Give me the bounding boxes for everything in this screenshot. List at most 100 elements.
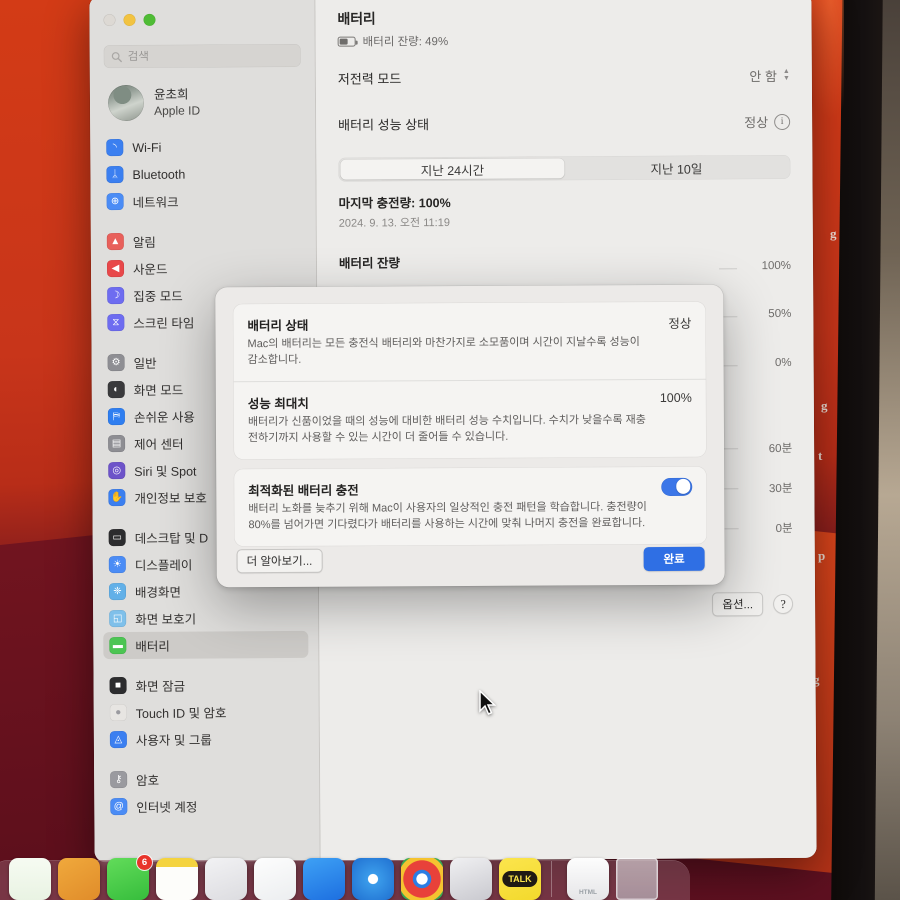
siri-icon: ◎ xyxy=(108,462,126,480)
dock-item-safari[interactable] xyxy=(352,858,394,900)
sidebar-item-label: 제어 센터 xyxy=(134,437,184,452)
account-subtitle: Apple ID xyxy=(154,103,201,118)
sidebar-group: ⚷ 암호 @ 인터넷 계정 xyxy=(94,765,319,820)
dock-item-file[interactable]: HTML xyxy=(567,858,609,900)
account-name: 윤초희 xyxy=(153,87,189,102)
users-groups-icon: ◬ xyxy=(109,730,127,749)
sidebar-item-touch-id-및-암호[interactable]: ● Touch ID 및 암호 xyxy=(104,698,309,726)
minimize-button[interactable] xyxy=(123,13,136,27)
close-button[interactable] xyxy=(103,14,116,27)
info-icon[interactable]: i xyxy=(774,113,791,130)
learn-more-button[interactable]: 더 알아보기... xyxy=(236,548,323,574)
dock-item-photos[interactable] xyxy=(254,858,296,900)
sidebar-item-네트워크[interactable]: ⊕ 네트워크 xyxy=(101,187,306,215)
dialog-footer: 더 알아보기... 완료 xyxy=(217,533,725,588)
notification-badge: 6 xyxy=(137,855,152,870)
time-range-segmented-control[interactable]: 지난 24시간 지난 10일 xyxy=(338,154,791,182)
touch-id-icon: ● xyxy=(109,703,127,722)
battery-icon xyxy=(337,36,356,47)
dialog-info-card: 배터리 상태 정상 Mac의 배터리는 모든 충전식 배터리와 마찬가지로 소모… xyxy=(233,301,707,459)
wallpaper-glyph: t xyxy=(818,448,823,463)
battery-level-label: 배터리 잔량: 49% xyxy=(362,36,449,49)
battery-condition-section: 배터리 상태 정상 Mac의 배터리는 모든 충전식 배터리와 마찬가지로 소모… xyxy=(233,302,705,381)
dock-item-notes-pencil[interactable] xyxy=(58,858,100,900)
privacy-icon: ✋ xyxy=(108,489,126,507)
dock-item-settings[interactable] xyxy=(450,858,492,900)
help-button[interactable]: ? xyxy=(773,593,794,615)
dock-item-list: 6 TALK HTML xyxy=(0,855,658,900)
dock-item-chrome[interactable] xyxy=(401,858,443,900)
sidebar-item-bluetooth[interactable]: ᛦ Bluetooth xyxy=(100,160,305,188)
sidebar-group: ■ 화면 잠금 ● Touch ID 및 암호 ◬ 사용자 및 그룹 xyxy=(93,671,318,753)
axis-label-usage-0: 0분 xyxy=(775,522,793,536)
sidebar-item-label: 배경화면 xyxy=(134,585,182,600)
axis-label-usage-60: 60분 xyxy=(768,442,793,456)
mouse-cursor xyxy=(479,690,496,715)
maximize-button[interactable] xyxy=(143,13,156,26)
battery-health-row[interactable]: 배터리 성능 상태 정상 i xyxy=(338,99,791,148)
optimized-charging-toggle[interactable] xyxy=(661,477,693,496)
focus-icon: ☽ xyxy=(107,287,125,305)
wallpaper-glyph: g xyxy=(821,398,828,413)
dock-item-kakaotalk-label: TALK xyxy=(502,871,538,887)
battery-health-value-group[interactable]: 정상 i xyxy=(744,112,791,131)
optimized-charging-desc: 배터리 노화를 늦추기 위해 Mac이 사용자의 일상적인 충전 패턴을 학습합… xyxy=(248,500,647,531)
sidebar-item-label: Siri 및 Spot xyxy=(134,464,197,479)
axis-label-usage-30: 30분 xyxy=(768,482,793,496)
battery-icon: ▬ xyxy=(109,636,127,655)
sidebar-item-label: 알림 xyxy=(132,235,156,250)
passwords-icon: ⚷ xyxy=(110,770,128,789)
chevron-updown-icon[interactable]: ▲ ▼ xyxy=(783,68,790,82)
screen-time-icon: ⧖ xyxy=(107,314,125,332)
network-icon: ⊕ xyxy=(106,193,124,211)
sidebar-item-화면-보호기[interactable]: ◱ 화면 보호기 xyxy=(103,604,308,632)
wallpaper-glyph: p xyxy=(818,548,826,563)
low-power-mode-value-group[interactable]: 안 함 ▲ ▼ xyxy=(749,66,790,85)
avatar xyxy=(107,84,145,122)
search-input[interactable] xyxy=(127,49,294,63)
displays-icon: ☀ xyxy=(108,556,126,574)
sidebar-item-사운드[interactable]: ◀ 사운드 xyxy=(101,254,306,282)
done-button[interactable]: 완료 xyxy=(643,546,705,572)
optimized-charging-title: 최적화된 배터리 충전 xyxy=(248,483,359,498)
last-charge-timestamp: 2024. 9. 13. 오전 11:19 xyxy=(338,217,450,230)
battery-condition-desc: Mac의 배터리는 모든 충전식 배터리와 마찬가지로 소모품이며 시간이 지날… xyxy=(247,336,640,367)
axis-label-battery-50: 50% xyxy=(768,307,792,321)
low-power-mode-value: 안 함 xyxy=(749,69,777,85)
axis-label-battery-0: 0% xyxy=(774,356,792,370)
low-power-mode-row[interactable]: 저전력 모드 안 함 ▲ ▼ xyxy=(338,53,790,102)
battery-condition-value: 정상 xyxy=(668,316,692,331)
sidebar-item-암호[interactable]: ⚷ 암호 xyxy=(104,765,309,793)
search-icon xyxy=(111,51,122,62)
sidebar-item-wi-fi[interactable]: ◝ Wi-Fi xyxy=(100,133,305,161)
dock-item-numbers[interactable] xyxy=(9,858,51,900)
sidebar-item-label: Bluetooth xyxy=(132,167,186,182)
dock-item-kakaotalk[interactable]: TALK xyxy=(499,858,541,900)
dock-item-notes[interactable] xyxy=(156,858,198,900)
battery-health-dialog: 배터리 상태 정상 Mac의 배터리는 모든 충전식 배터리와 마찬가지로 소모… xyxy=(215,284,725,588)
tab-last-24-hours[interactable]: 지난 24시간 xyxy=(340,158,565,180)
dock-item-messages[interactable]: 6 xyxy=(107,855,152,900)
dock-item-launchpad[interactable] xyxy=(205,858,247,900)
sidebar-item-사용자-및-그룹[interactable]: ◬ 사용자 및 그룹 xyxy=(104,725,309,753)
internet-accounts-icon: @ xyxy=(110,797,128,816)
sidebar-item-label: 디스플레이 xyxy=(134,558,193,573)
sidebar-item-알림[interactable]: ▲ 알림 xyxy=(101,227,306,255)
maximum-capacity-desc: 배터리가 신품이었을 때의 성능에 대비한 배터리 성능 수치입니다. 수치가 … xyxy=(247,413,646,444)
maximum-capacity-title: 성능 최대치 xyxy=(247,396,309,412)
apple-id-account-row[interactable]: 윤초희 Apple ID xyxy=(104,80,303,125)
control-center-icon: ▤ xyxy=(108,435,126,453)
dock-item-app-store[interactable] xyxy=(303,858,345,900)
pane-footer-buttons: 옵션... ? xyxy=(712,592,794,617)
dock-item-trash[interactable] xyxy=(616,858,658,900)
page-title: 배터리 xyxy=(337,10,376,27)
sidebar-item-label: 사운드 xyxy=(132,262,168,277)
sidebar-item-인터넷-계정[interactable]: @ 인터넷 계정 xyxy=(104,792,309,820)
sidebar-item-화면-잠금[interactable]: ■ 화면 잠금 xyxy=(103,671,308,699)
options-button[interactable]: 옵션... xyxy=(712,592,764,617)
accessibility-icon: ⛿ xyxy=(107,408,125,426)
search-field[interactable] xyxy=(103,43,301,69)
wallpaper-icon: ❈ xyxy=(108,583,127,601)
tab-last-10-days[interactable]: 지난 10일 xyxy=(564,157,788,178)
sidebar-item-배터리[interactable]: ▬ 배터리 xyxy=(103,630,309,660)
